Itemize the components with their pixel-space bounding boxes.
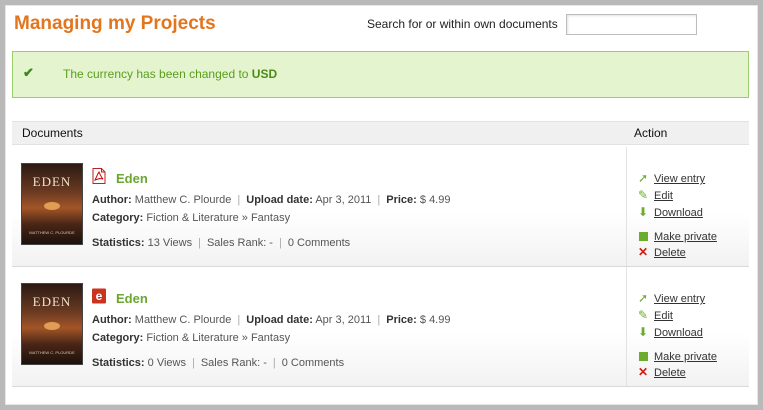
- download-link[interactable]: ⬇ Download: [637, 205, 703, 219]
- sales-rank-value: Sales Rank: -: [206, 237, 273, 249]
- make-private-link[interactable]: Make private: [637, 229, 717, 243]
- notice-message: The currency has been changed to USD: [63, 67, 278, 81]
- category-value: Fiction & Literature » Fantasy: [146, 332, 291, 344]
- arrow-up-right-icon: ➚: [637, 171, 649, 185]
- document-meta: Author: Matthew C. Plourde | Upload date: …: [92, 194, 451, 206]
- sales-rank-value: Sales Rank: -: [200, 357, 267, 369]
- search-input[interactable]: [566, 14, 697, 35]
- upload-date-value: Apr 3, 2011: [315, 194, 372, 206]
- checkmark-icon: ✔: [23, 65, 34, 80]
- search-label: Search for or within own documents: [367, 17, 558, 31]
- download-arrow-icon: ⬇: [637, 325, 649, 339]
- author-value: Matthew C. Plourde: [134, 314, 232, 326]
- document-row: EDEN MATTHEW C. PLOURDE e Eden Author: M…: [12, 267, 749, 387]
- document-title-link[interactable]: Eden: [116, 291, 148, 306]
- green-square-icon: [638, 232, 648, 242]
- action-column: ➚ View entry ✎ Edit ⬇ Download Make private…: [626, 147, 750, 266]
- table-header: Documents Action: [12, 121, 749, 145]
- green-square-icon: [638, 352, 648, 362]
- edit-link[interactable]: ✎ Edit: [637, 308, 673, 322]
- column-documents: Documents: [22, 126, 83, 140]
- document-statistics: Statistics: 0 Views | Sales Rank: - | 0 Comm…: [92, 357, 345, 369]
- view-entry-link[interactable]: ➚ View entry: [637, 171, 705, 185]
- price-value: $ 4.99: [419, 314, 451, 326]
- cover-title: EDEN: [32, 294, 72, 309]
- delete-link[interactable]: ✕ Delete: [637, 365, 686, 379]
- cover-author: MATTHEW C. PLOURDE: [29, 350, 75, 355]
- delete-x-icon: ✕: [637, 365, 649, 379]
- book-cover[interactable]: EDEN MATTHEW C. PLOURDE: [22, 284, 82, 364]
- arrow-up-right-icon: ➚: [637, 291, 649, 305]
- author-value: Matthew C. Plourde: [134, 194, 232, 206]
- document-category: Category: Fiction & Literature » Fantasy: [92, 332, 291, 344]
- book-cover[interactable]: EDEN MATTHEW C. PLOURDE: [22, 164, 82, 244]
- document-meta: Author: Matthew C. Plourde | Upload date: …: [92, 314, 451, 326]
- views-value: 0 Views: [147, 357, 186, 369]
- action-column: ➚ View entry ✎ Edit ⬇ Download Make private…: [626, 267, 750, 386]
- column-action: Action: [634, 126, 668, 140]
- cover-author: MATTHEW C. PLOURDE: [29, 230, 75, 235]
- pdf-icon: [92, 168, 106, 184]
- document-title-link[interactable]: Eden: [116, 171, 148, 186]
- comments-value: 0 Comments: [281, 357, 345, 369]
- views-value: 13 Views: [147, 237, 193, 249]
- comments-value: 0 Comments: [287, 237, 351, 249]
- delete-link[interactable]: ✕ Delete: [637, 245, 686, 259]
- document-row: EDEN MATTHEW C. PLOURDE Eden Author: Mat…: [12, 147, 749, 267]
- epub-icon: e: [92, 288, 106, 304]
- document-statistics: Statistics: 13 Views | Sales Rank: - | 0 Com…: [92, 237, 351, 249]
- download-arrow-icon: ⬇: [637, 205, 649, 219]
- upload-date-value: Apr 3, 2011: [315, 314, 372, 326]
- make-private-link[interactable]: Make private: [637, 349, 717, 363]
- currency-value: USD: [251, 67, 278, 81]
- delete-x-icon: ✕: [637, 245, 649, 259]
- document-category: Category: Fiction & Literature » Fantasy: [92, 212, 291, 224]
- price-value: $ 4.99: [419, 194, 451, 206]
- svg-text:e: e: [96, 289, 103, 303]
- cover-title: EDEN: [32, 174, 72, 189]
- pencil-icon: ✎: [637, 188, 649, 202]
- download-link[interactable]: ⬇ Download: [637, 325, 703, 339]
- page-title: Managing my Projects: [14, 13, 216, 34]
- category-value: Fiction & Literature » Fantasy: [146, 212, 291, 224]
- success-notice: ✔ The currency has been changed to USD: [12, 51, 749, 98]
- edit-link[interactable]: ✎ Edit: [637, 188, 673, 202]
- view-entry-link[interactable]: ➚ View entry: [637, 291, 705, 305]
- window-frame: Managing my Projects Search for or withi…: [0, 0, 763, 410]
- pencil-icon: ✎: [637, 308, 649, 322]
